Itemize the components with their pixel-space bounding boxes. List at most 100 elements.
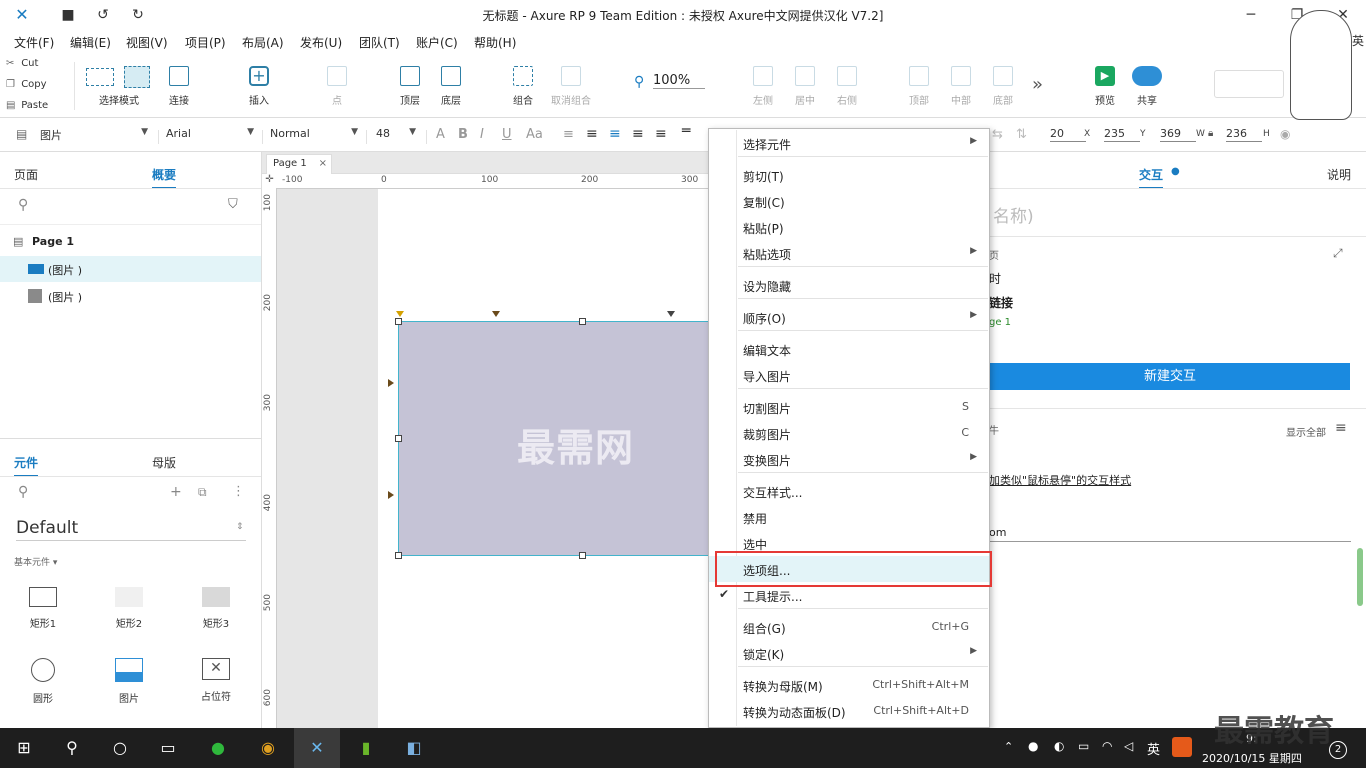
context-menu-item[interactable]: 组合(G) Ctrl+G bbox=[709, 614, 989, 640]
width-field[interactable]: 369 bbox=[1160, 127, 1196, 142]
shape-handle[interactable] bbox=[492, 311, 500, 317]
insert-button[interactable]: + 插入 bbox=[244, 66, 274, 107]
widget-style-select[interactable]: 图片 ▼ bbox=[40, 127, 148, 143]
connect-button[interactable]: 连接 bbox=[164, 66, 194, 107]
menu-view[interactable]: 视图(V) bbox=[126, 34, 168, 51]
resize-handle[interactable] bbox=[395, 318, 402, 325]
tab-notes[interactable]: 说明 bbox=[1327, 166, 1351, 183]
menu-project[interactable]: 项目(P) bbox=[185, 34, 226, 51]
copy-button[interactable]: ❐ Copy bbox=[6, 79, 47, 90]
justify-text-icon[interactable]: ≡ bbox=[655, 126, 667, 142]
cortana-icon[interactable]: ○ bbox=[108, 736, 132, 760]
more-tools-button[interactable]: » bbox=[1032, 74, 1043, 95]
point-button[interactable]: 点 bbox=[322, 66, 352, 107]
tray-wechat-icon[interactable]: ● bbox=[1028, 739, 1038, 753]
wechat-icon[interactable]: ● bbox=[206, 736, 230, 760]
cut-button[interactable]: ✂ Cut bbox=[6, 58, 38, 69]
align-top-button[interactable]: 顶部 bbox=[904, 66, 934, 107]
widget-rectangle-1[interactable]: 矩形1 bbox=[13, 587, 73, 630]
align-middle-button[interactable]: 中部 bbox=[946, 66, 976, 107]
lock-ratio-icon[interactable]: 🔒︎ bbox=[1208, 128, 1213, 139]
font-style-select[interactable]: Normal ▼ bbox=[270, 127, 358, 140]
context-menu-item[interactable]: 顺序(O) ▶ bbox=[709, 304, 989, 330]
library-select[interactable]: Default bbox=[16, 518, 246, 541]
sogou-ime-icon[interactable] bbox=[1172, 737, 1192, 757]
tray-up-icon[interactable]: ⌃ bbox=[1004, 740, 1013, 753]
context-menu-item[interactable]: 复制(C) bbox=[709, 188, 989, 214]
widget-rectangle-3[interactable]: 矩形3 bbox=[186, 587, 246, 630]
action-label[interactable]: 链接 bbox=[989, 294, 1013, 311]
widget-placeholder[interactable]: ✕ 占位符 bbox=[186, 658, 246, 703]
search-icon[interactable]: ⚲ bbox=[18, 484, 28, 500]
menu-icon[interactable]: ≡ bbox=[1335, 420, 1347, 436]
valign-top-icon[interactable]: ═ bbox=[682, 123, 690, 139]
share-button[interactable]: 共享 bbox=[1130, 66, 1164, 107]
scrollbar-thumb[interactable] bbox=[1357, 548, 1363, 606]
resize-handle[interactable] bbox=[395, 552, 402, 559]
align-bottom-button[interactable]: 底部 bbox=[988, 66, 1018, 107]
outline-item[interactable]: (图片 ) bbox=[0, 283, 261, 309]
add-hover-style-link[interactable]: 加类似"鼠标悬停"的交互样式 bbox=[989, 472, 1131, 488]
text-case-icon[interactable]: Aa bbox=[526, 127, 543, 142]
italic-icon[interactable]: I bbox=[480, 127, 484, 142]
resize-handle[interactable] bbox=[579, 318, 586, 325]
underline-icon[interactable]: U bbox=[502, 127, 512, 142]
tray-date[interactable]: 2020/10/15 星期四 bbox=[1202, 750, 1302, 766]
page-link-target[interactable]: ge 1 bbox=[989, 317, 1011, 328]
preview-button[interactable]: ▶ 预览 bbox=[1090, 66, 1120, 107]
url-field[interactable]: om bbox=[989, 526, 1351, 542]
expand-icon[interactable]: ⤢ bbox=[1333, 246, 1343, 261]
bring-to-front-button[interactable]: 顶层 bbox=[395, 66, 425, 107]
bullet-icon[interactable]: ≡ bbox=[563, 127, 574, 142]
chrome-icon[interactable]: ◉ bbox=[256, 736, 280, 760]
add-library-icon[interactable]: + bbox=[170, 484, 182, 500]
ime-indicator[interactable]: 英 bbox=[1147, 739, 1160, 758]
widget-name-field[interactable]: 名称) bbox=[993, 202, 1034, 227]
shape-handle[interactable] bbox=[388, 491, 394, 499]
context-menu-item[interactable]: 编辑文本 bbox=[709, 336, 989, 362]
outline-page-row[interactable]: ▤ Page 1 bbox=[0, 229, 261, 255]
align-center-text-icon[interactable]: ≡ bbox=[609, 126, 621, 142]
context-menu-item[interactable]: 转换为母版(M) Ctrl+Shift+Alt+M bbox=[709, 672, 989, 698]
image-widget[interactable]: 最需网 bbox=[398, 321, 710, 556]
align-right-text-icon[interactable]: ≡ bbox=[632, 126, 644, 142]
context-menu-item[interactable]: 选择元件 ▶ bbox=[709, 130, 989, 156]
context-menu-item[interactable]: 粘贴选项 ▶ bbox=[709, 240, 989, 266]
more-options-icon[interactable]: ⋮ bbox=[232, 484, 245, 499]
align-right-button[interactable]: 右侧 bbox=[832, 66, 862, 107]
align-center-button[interactable]: 居中 bbox=[790, 66, 820, 107]
close-tab-icon[interactable]: × bbox=[319, 158, 327, 169]
filter-icon[interactable]: ⛉ bbox=[228, 197, 238, 212]
resize-handle[interactable] bbox=[579, 552, 586, 559]
flip-icon[interactable]: ⇆ bbox=[992, 127, 1003, 142]
align-left-button[interactable]: 左侧 bbox=[748, 66, 778, 107]
login-button[interactable] bbox=[1214, 70, 1284, 98]
menu-edit[interactable]: 编辑(E) bbox=[70, 34, 111, 51]
windows-start-icon[interactable]: ⊞ bbox=[12, 736, 36, 760]
volume-mute-icon[interactable]: ◁ bbox=[1124, 739, 1133, 753]
tab-page-1[interactable]: Page 1 × bbox=[266, 154, 332, 174]
menu-account[interactable]: 账户(C) bbox=[416, 34, 458, 51]
new-interaction-button[interactable]: 新建交互 bbox=[990, 363, 1350, 390]
font-family-select[interactable]: Arial ▼ bbox=[166, 127, 254, 140]
resize-handle[interactable] bbox=[395, 435, 402, 442]
menu-help[interactable]: 帮助(H) bbox=[474, 34, 516, 51]
library-copy-icon[interactable]: ⧉ bbox=[198, 485, 207, 500]
menu-publish[interactable]: 发布(U) bbox=[300, 34, 342, 51]
context-menu-item[interactable]: 锁定(K) ▶ bbox=[709, 640, 989, 666]
tab-interactions[interactable]: 交互 bbox=[1139, 166, 1164, 189]
menu-team[interactable]: 团队(T) bbox=[359, 34, 400, 51]
select-mode-button[interactable]: 选择模式 bbox=[86, 66, 152, 107]
bold-icon[interactable]: B bbox=[458, 127, 468, 142]
zoom-select[interactable]: 100% bbox=[653, 73, 705, 89]
paste-button[interactable]: ▤ Paste bbox=[6, 100, 48, 111]
context-menu-item[interactable]: 变换图片 ▶ bbox=[709, 446, 989, 472]
bamboo-app-icon[interactable]: ▮ bbox=[354, 736, 378, 760]
shape-handle[interactable] bbox=[667, 311, 675, 317]
tray-battery-icon[interactable]: ▭ bbox=[1078, 739, 1089, 753]
height-field[interactable]: 236 bbox=[1226, 127, 1262, 142]
send-to-back-button[interactable]: 底层 bbox=[436, 66, 466, 107]
tab-pages[interactable]: 页面 bbox=[14, 166, 38, 183]
widget-image[interactable]: 图片 bbox=[99, 658, 159, 705]
widget-circle[interactable]: 圆形 bbox=[13, 658, 73, 705]
